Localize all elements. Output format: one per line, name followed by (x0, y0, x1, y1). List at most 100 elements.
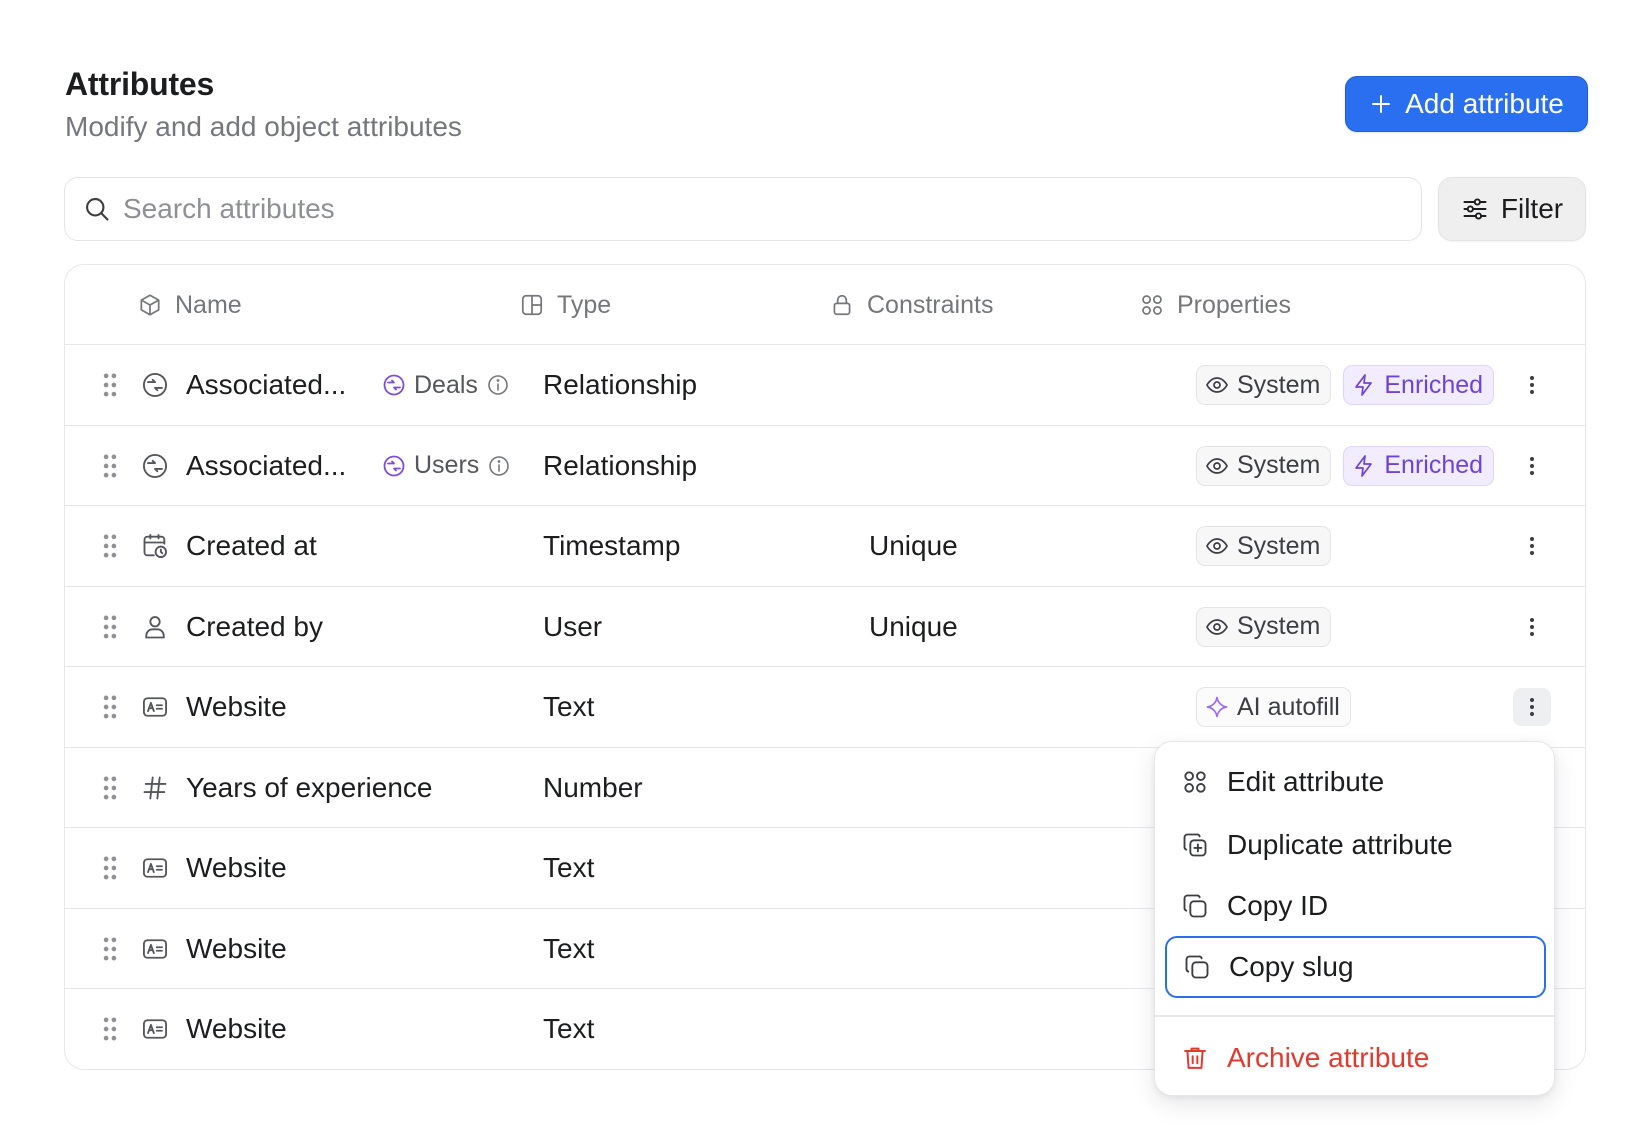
system-badge: System (1196, 526, 1332, 566)
eye-icon (1206, 618, 1228, 635)
hash-icon (141, 748, 171, 828)
attribute-type: Relationship (543, 369, 698, 400)
eye-icon (1206, 377, 1228, 393)
row-menu-button[interactable] (1513, 688, 1551, 726)
attribute-type: Text (543, 932, 595, 964)
menu-divider (1155, 1015, 1554, 1017)
text-field-icon (141, 989, 171, 1069)
column-type[interactable]: Type (519, 265, 611, 345)
text-field-icon (141, 667, 171, 747)
attribute-type: Text (543, 1013, 595, 1044)
drag-handle-icon[interactable] (101, 587, 121, 667)
drag-handle-icon[interactable] (101, 506, 121, 586)
cube-icon (140, 294, 160, 316)
attribute-name: Years of experience (186, 771, 433, 803)
relationship-icon (141, 426, 171, 506)
table-row[interactable]: Website Text AI autofill (65, 667, 1585, 748)
drag-handle-icon[interactable] (101, 426, 121, 506)
attribute-type: Number (543, 771, 643, 803)
info-icon[interactable] (487, 454, 511, 478)
attribute-name: Website (186, 932, 287, 964)
kebab-icon (1530, 617, 1534, 636)
attribute-name: Website (186, 691, 287, 722)
drag-handle-icon[interactable] (101, 345, 121, 425)
menu-item-copy-slug[interactable]: Copy slug (1165, 936, 1546, 998)
relationship-icon (141, 345, 171, 425)
enriched-badge: Enriched (1343, 445, 1495, 486)
drag-handle-icon[interactable] (101, 828, 121, 908)
grid-icon (1142, 295, 1162, 315)
column-constraints[interactable]: Constraints (829, 265, 993, 345)
system-badge: System (1196, 445, 1332, 486)
attribute-name: Website (186, 1013, 287, 1044)
eye-icon (1206, 457, 1228, 474)
copy-icon (1185, 955, 1209, 979)
search-bar (64, 177, 1422, 241)
row-menu-button[interactable] (1513, 527, 1551, 565)
kebab-icon (1530, 376, 1534, 394)
enriched-badge: Enriched (1343, 365, 1495, 405)
search-input[interactable] (123, 193, 1323, 225)
attribute-name: Website (186, 852, 287, 883)
properties-cell: System (1196, 587, 1332, 667)
table-row[interactable]: Associated... Deals Relationship System … (65, 345, 1585, 426)
column-properties[interactable]: Properties (1139, 265, 1291, 345)
system-badge: System (1196, 606, 1332, 647)
menu-item-duplicate-attribute[interactable]: Duplicate attribute (1165, 814, 1546, 876)
text-field-icon (141, 909, 171, 989)
attribute-constraint: Unique (869, 530, 958, 561)
kebab-icon (1530, 698, 1534, 716)
add-attribute-button[interactable]: Add attribute (1345, 76, 1588, 132)
attribute-type: Text (543, 691, 595, 722)
calendar-clock-icon (141, 506, 171, 586)
related-object[interactable]: Deals (382, 345, 510, 425)
user-icon (141, 587, 171, 667)
attribute-type: Timestamp (543, 530, 681, 561)
lightning-icon (1355, 454, 1373, 477)
sliders-icon (1463, 198, 1487, 220)
row-context-menu: Edit attribute Duplicate attribute Copy … (1154, 741, 1555, 1096)
plus-icon (1372, 95, 1391, 113)
column-name[interactable]: Name (137, 265, 242, 345)
trash-icon (1184, 1047, 1206, 1069)
page-subtitle: Modify and add object attributes (65, 111, 462, 142)
system-badge: System (1196, 365, 1332, 405)
drag-handle-icon[interactable] (101, 989, 121, 1069)
attribute-constraint: Unique (869, 610, 958, 642)
relationship-icon (383, 374, 405, 396)
kebab-icon (1530, 456, 1534, 475)
layout-icon (521, 294, 543, 316)
grid-icon (1184, 771, 1206, 793)
lightning-icon (1355, 374, 1373, 396)
page-title: Attributes (65, 66, 215, 102)
eye-icon (1206, 538, 1228, 554)
drag-handle-icon[interactable] (101, 748, 121, 828)
table-row[interactable]: Associated... Users Relationship System … (65, 426, 1585, 506)
properties-cell: System Enriched (1196, 345, 1495, 425)
row-menu-button[interactable] (1513, 608, 1551, 646)
menu-item-archive-attribute[interactable]: Archive attribute (1165, 1027, 1546, 1089)
attribute-type: Relationship (543, 449, 698, 481)
table-row[interactable]: Created by User Unique System (65, 587, 1585, 667)
attribute-name: Created by (186, 610, 323, 642)
row-menu-button[interactable] (1513, 447, 1551, 485)
menu-item-edit-attribute[interactable]: Edit attribute (1165, 751, 1546, 813)
menu-item-copy-id[interactable]: Copy ID (1165, 875, 1546, 937)
add-attribute-label: Add attribute (1405, 88, 1564, 119)
properties-cell: AI autofill (1196, 667, 1351, 747)
info-icon[interactable] (486, 373, 510, 397)
drag-handle-icon[interactable] (101, 667, 121, 747)
duplicate-icon (1183, 833, 1207, 857)
filter-button[interactable]: Filter (1438, 177, 1586, 241)
row-menu-button[interactable] (1513, 366, 1551, 404)
copy-icon (1183, 894, 1207, 918)
attribute-name: Associated... (186, 449, 347, 481)
attribute-type: Text (543, 852, 595, 883)
table-row[interactable]: Created at Timestamp Unique System (65, 506, 1585, 587)
drag-handle-icon[interactable] (101, 909, 121, 989)
related-object[interactable]: Users (382, 426, 511, 506)
filter-label: Filter (1500, 193, 1564, 224)
properties-cell: System (1196, 506, 1332, 586)
lock-icon (833, 294, 851, 316)
properties-cell: System Enriched (1196, 426, 1495, 506)
